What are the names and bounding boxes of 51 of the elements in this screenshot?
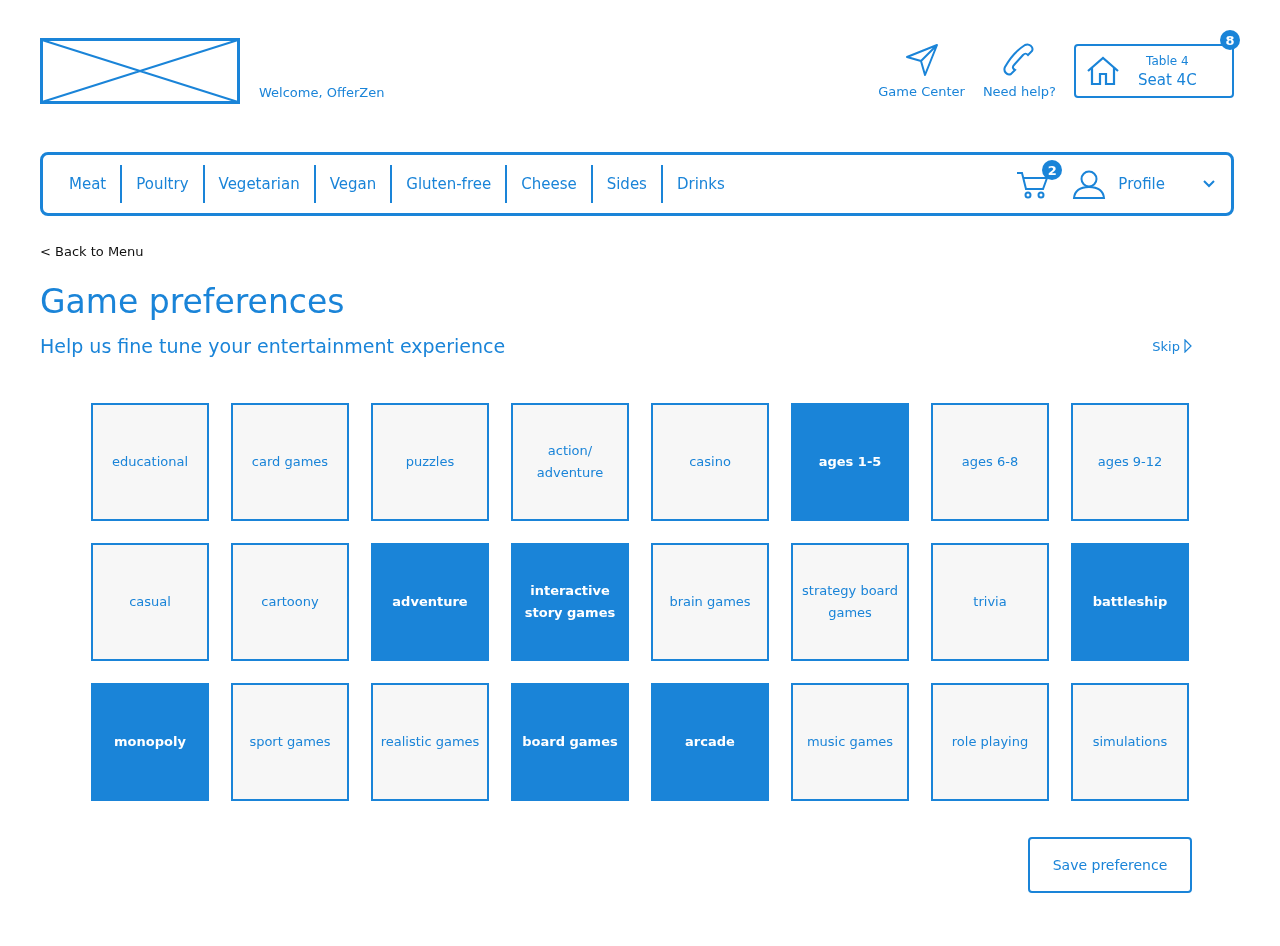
seat-label: Seat 4C: [1138, 70, 1197, 89]
preference-tile[interactable]: interactive story games: [511, 543, 629, 661]
save-button[interactable]: Save preference: [1028, 837, 1192, 893]
preference-tile[interactable]: educational: [91, 403, 209, 521]
category-tab[interactable]: Poultry: [122, 175, 203, 193]
play-icon: [1184, 339, 1192, 353]
preference-tile[interactable]: strategy board games: [791, 543, 909, 661]
preference-tile[interactable]: adventure: [371, 543, 489, 661]
category-tab[interactable]: Cheese: [507, 175, 591, 193]
preference-tile[interactable]: battleship: [1071, 543, 1189, 661]
header-link[interactable]: Need help?: [982, 42, 1056, 99]
table-label: Table 4: [1146, 53, 1189, 68]
category-tab[interactable]: Sides: [592, 175, 661, 193]
preference-tile[interactable]: board games: [511, 683, 629, 801]
preference-tile[interactable]: ages 1-5: [791, 403, 909, 521]
skip-link[interactable]: Skip: [1152, 338, 1192, 354]
preference-tile[interactable]: music games: [791, 683, 909, 801]
preference-tile[interactable]: card games: [231, 403, 349, 521]
header-link[interactable]: Game Center: [878, 42, 965, 99]
category-tab[interactable]: Drinks: [662, 175, 739, 193]
user-icon: [1072, 169, 1107, 199]
page-subtitle: Help us fine tune your entertainment experience: [40, 335, 506, 357]
category-tab[interactable]: Gluten-free: [392, 175, 506, 193]
seat-card[interactable]: Table 4 Seat 4C: [1074, 44, 1234, 98]
preference-tile[interactable]: arcade: [651, 683, 769, 801]
preference-tile[interactable]: brain games: [651, 543, 769, 661]
home-icon: [1086, 56, 1120, 86]
preference-tile[interactable]: sport games: [231, 683, 349, 801]
category-tab[interactable]: Meat: [69, 175, 121, 193]
preference-tile[interactable]: casino: [651, 403, 769, 521]
preference-tile[interactable]: simulations: [1071, 683, 1189, 801]
preference-tile[interactable]: cartoony: [231, 543, 349, 661]
page-title: Game preferences: [40, 282, 346, 321]
preference-tile[interactable]: trivia: [931, 543, 1049, 661]
category-tab[interactable]: Vegan: [315, 175, 391, 193]
preference-tile[interactable]: monopoly: [91, 683, 209, 801]
preference-tile[interactable]: casual: [91, 543, 209, 661]
notification-badge: 8: [1220, 30, 1240, 50]
paper-plane-icon: [903, 42, 940, 78]
preference-tile[interactable]: action/ adventure: [511, 403, 629, 521]
cart-count-badge: 2: [1042, 160, 1063, 180]
preference-tile[interactable]: puzzles: [371, 403, 489, 521]
preference-tile[interactable]: ages 9-12: [1071, 403, 1189, 521]
profile-menu[interactable]: Profile: [1072, 169, 1215, 199]
back-link[interactable]: < Back to Menu: [40, 244, 144, 259]
preference-tile[interactable]: role playing: [931, 683, 1049, 801]
chevron-down-icon: [1203, 180, 1215, 188]
preference-tile[interactable]: realistic games: [371, 683, 489, 801]
preference-tile[interactable]: ages 6-8: [931, 403, 1049, 521]
category-tab[interactable]: Vegetarian: [204, 175, 314, 193]
welcome-text: Welcome, OfferZen: [259, 85, 385, 100]
